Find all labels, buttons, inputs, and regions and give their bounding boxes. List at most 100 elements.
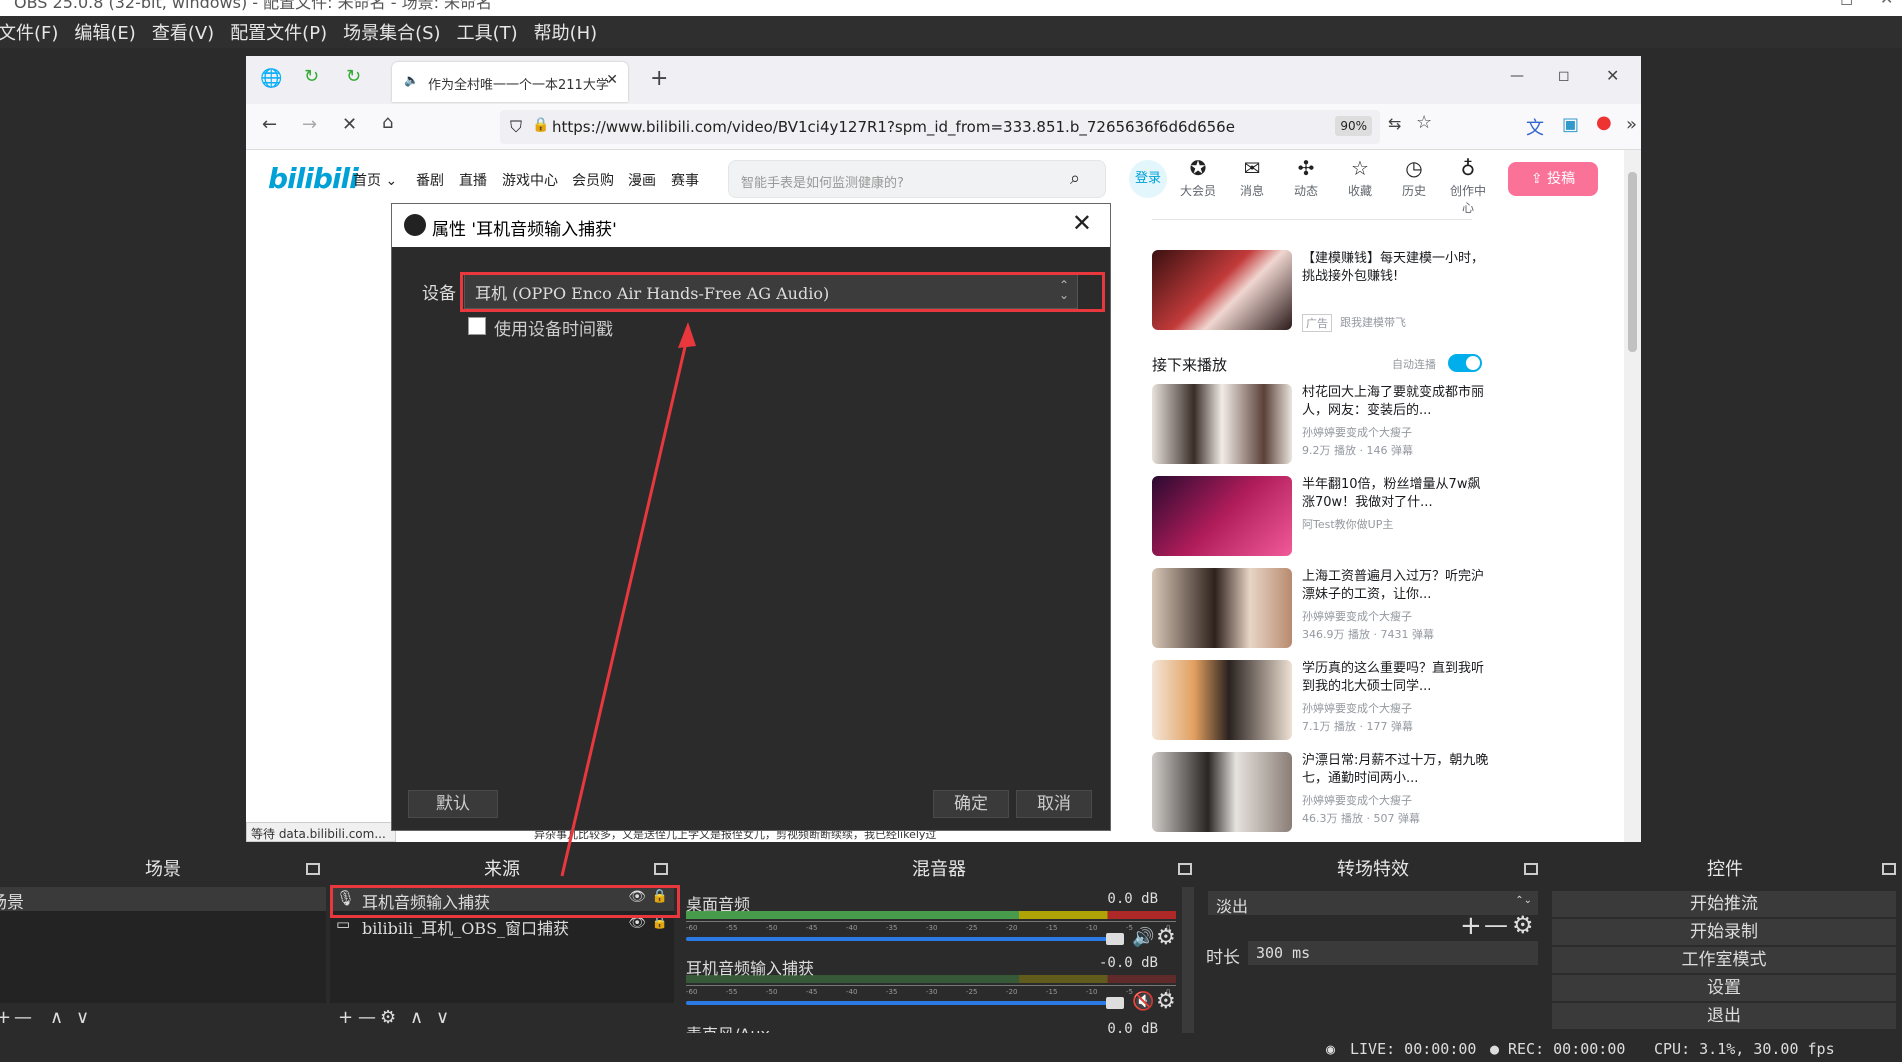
volume-slider-handle[interactable] bbox=[1106, 997, 1124, 1009]
menu-tools[interactable]: 工具(T) bbox=[449, 19, 526, 45]
default-button[interactable]: 默认 bbox=[408, 790, 498, 818]
move-down-icon[interactable]: ∨ bbox=[436, 1007, 449, 1028]
translate-ext-icon[interactable]: 文 bbox=[1526, 114, 1544, 140]
video-title[interactable]: 学历真的这么重要吗？直到我听到我的北大硕士同学... bbox=[1302, 660, 1492, 696]
more-icon[interactable]: » bbox=[1626, 114, 1637, 135]
float-icon[interactable] bbox=[1524, 863, 1538, 875]
ext-red-icon[interactable]: ● bbox=[1596, 112, 1612, 133]
home-icon[interactable]: ⌂ bbox=[382, 112, 393, 133]
move-up-icon[interactable]: ∧ bbox=[410, 1007, 423, 1028]
nav-esports[interactable]: 赛事 bbox=[671, 170, 699, 190]
nav-live[interactable]: 直播 bbox=[459, 170, 487, 190]
url-bar[interactable]: ⛉ 🔒 https://www.bilibili.com/video/BV1ci… bbox=[500, 110, 1380, 144]
use-timestamp-checkbox[interactable] bbox=[468, 317, 486, 335]
exit-button[interactable]: 退出 bbox=[1552, 1003, 1896, 1029]
studio-mode-button[interactable]: 工作室模式 bbox=[1552, 947, 1896, 973]
add-icon[interactable]: + bbox=[0, 1007, 11, 1028]
search-input[interactable]: 智能手表是如何监测健康的? bbox=[728, 160, 1106, 198]
tv-icon[interactable]: ▣ bbox=[1562, 114, 1579, 135]
header-history[interactable]: ◷ 历史 bbox=[1392, 156, 1436, 199]
restore-icon[interactable]: ◻ bbox=[1558, 68, 1570, 84]
menu-profile[interactable]: 配置文件(P) bbox=[222, 19, 335, 45]
use-timestamp-label[interactable]: 使用设备时间戳 bbox=[494, 315, 613, 340]
ad-title[interactable]: 【建模赚钱】每天建模一小时，挑战接外包赚钱! bbox=[1302, 250, 1492, 286]
add-icon[interactable]: + bbox=[338, 1007, 353, 1028]
bilibili-logo[interactable]: bilibili bbox=[268, 162, 359, 195]
close-icon[interactable]: ✕ bbox=[1072, 209, 1092, 237]
start-streaming-button[interactable]: 开始推流 bbox=[1552, 891, 1896, 917]
video-item[interactable]: 半年翻10倍，粉丝增量从7w飙涨70w！我做对了什... 阿Test教你做UP主 bbox=[1152, 476, 1492, 562]
browser-tab[interactable]: 🔈 作为全村唯一一个一本211大学 ✕ bbox=[392, 62, 628, 102]
header-creator[interactable]: ♁ 创作中心 bbox=[1446, 156, 1490, 216]
scene-item[interactable]: 场景 bbox=[0, 887, 326, 913]
video-thumbnail[interactable] bbox=[1152, 384, 1292, 464]
extension-icon[interactable]: ↻ bbox=[346, 66, 361, 87]
start-recording-button[interactable]: 开始录制 bbox=[1552, 919, 1896, 945]
zoom-level[interactable]: 90% bbox=[1335, 116, 1372, 136]
volume-slider-handle[interactable] bbox=[1106, 933, 1124, 945]
remove-icon[interactable]: — bbox=[14, 1007, 32, 1028]
volume-slider[interactable] bbox=[686, 1001, 1114, 1005]
menu-scene-collection[interactable]: 场景集合(S) bbox=[335, 19, 448, 45]
gear-icon[interactable]: ⚙ bbox=[1512, 911, 1534, 939]
video-author[interactable]: 孙婷婷要变成个大瘦子 bbox=[1302, 700, 1412, 716]
extension-icon[interactable]: ↻ bbox=[304, 66, 319, 87]
remove-icon[interactable]: — bbox=[358, 1007, 376, 1028]
video-item[interactable]: 学历真的这么重要吗？直到我听到我的北大硕士同学... 孙婷婷要变成个大瘦子 7.… bbox=[1152, 660, 1492, 746]
forward-icon[interactable]: → bbox=[302, 114, 317, 135]
video-thumbnail[interactable] bbox=[1152, 568, 1292, 648]
video-author[interactable]: 孙婷婷要变成个大瘦子 bbox=[1302, 608, 1412, 624]
minimize-icon[interactable]: — bbox=[1510, 68, 1524, 84]
mute-icon[interactable]: 🔇 bbox=[1132, 991, 1154, 1012]
video-item[interactable]: 村花回大上海了要就变成都市丽人，网友：变装后的... 孙婷婷要变成个大瘦子 9.… bbox=[1152, 384, 1492, 470]
scrollbar-thumb[interactable] bbox=[1628, 172, 1637, 352]
video-thumbnail[interactable] bbox=[1152, 660, 1292, 740]
video-title[interactable]: 上海工资普遍月入过万？听完沪漂妹子的工资，让你... bbox=[1302, 568, 1492, 604]
star-icon[interactable]: ☆ bbox=[1416, 112, 1432, 133]
close-icon[interactable]: ✕ bbox=[1606, 66, 1619, 85]
float-icon[interactable] bbox=[654, 863, 668, 875]
video-thumbnail[interactable] bbox=[1152, 476, 1292, 556]
scenes-list[interactable]: 场景 bbox=[0, 887, 326, 1003]
page-scrollbar[interactable] bbox=[1624, 150, 1641, 842]
gear-icon[interactable]: ⚙ bbox=[1156, 925, 1176, 950]
ok-button[interactable]: 确定 bbox=[933, 790, 1009, 818]
video-title[interactable]: 沪漂日常:月薪不过十万，朝九晚七，通勤时间两小... bbox=[1302, 752, 1492, 788]
nav-bangumi[interactable]: 番剧 bbox=[416, 170, 444, 190]
video-title[interactable]: 村花回大上海了要就变成都市丽人，网友：变装后的... bbox=[1302, 384, 1492, 420]
gear-icon[interactable]: ⚙ bbox=[380, 1007, 396, 1028]
new-tab-icon[interactable]: + bbox=[650, 66, 668, 91]
video-author[interactable]: 孙婷婷要变成个大瘦子 bbox=[1302, 792, 1412, 808]
search-icon[interactable]: ⌕ bbox=[1070, 168, 1080, 189]
move-up-icon[interactable]: ∧ bbox=[50, 1007, 63, 1028]
float-icon[interactable] bbox=[306, 863, 320, 875]
gear-icon[interactable]: ⚙ bbox=[1156, 989, 1176, 1014]
minimize-button[interactable]: — bbox=[1790, 0, 1806, 7]
close-button[interactable]: ✕ bbox=[1880, 0, 1893, 7]
upload-button[interactable]: ⇪ 投稿 bbox=[1508, 162, 1598, 196]
header-vip[interactable]: ✪ 大会员 bbox=[1176, 156, 1220, 199]
menu-edit[interactable]: 编辑(E) bbox=[66, 19, 143, 45]
menu-view[interactable]: 查看(V) bbox=[144, 19, 222, 45]
video-author[interactable]: 孙婷婷要变成个大瘦子 bbox=[1302, 424, 1412, 440]
close-icon[interactable]: ✕ bbox=[606, 72, 618, 88]
back-icon[interactable]: ← bbox=[262, 114, 277, 135]
volume-slider[interactable] bbox=[686, 937, 1114, 941]
autoplay-toggle[interactable] bbox=[1448, 354, 1482, 372]
stop-icon[interactable]: ✕ bbox=[342, 114, 357, 135]
ad-card[interactable]: 【建模赚钱】每天建模一小时，挑战接外包赚钱! 广告 跟我建模带飞 bbox=[1152, 250, 1492, 340]
float-icon[interactable] bbox=[1178, 863, 1192, 875]
video-item[interactable]: 上海工资普遍月入过万？听完沪漂妹子的工资，让你... 孙婷婷要变成个大瘦子 34… bbox=[1152, 568, 1492, 654]
header-favorites[interactable]: ☆ 收藏 bbox=[1338, 156, 1382, 199]
mixer-scrollbar[interactable] bbox=[1182, 887, 1194, 1033]
duration-input[interactable]: 300 ms bbox=[1248, 941, 1538, 965]
nav-game-center[interactable]: 游戏中心 bbox=[502, 170, 558, 190]
nav-shop[interactable]: 会员购 bbox=[572, 170, 614, 190]
add-icon[interactable]: + bbox=[1460, 911, 1482, 941]
header-messages[interactable]: ✉ 消息 bbox=[1230, 156, 1274, 199]
move-down-icon[interactable]: ∨ bbox=[76, 1007, 89, 1028]
menu-file[interactable]: 文件(F) bbox=[0, 19, 66, 45]
remove-icon[interactable]: — bbox=[1484, 911, 1508, 939]
float-icon[interactable] bbox=[1882, 863, 1896, 875]
header-dynamic[interactable]: ✣ 动态 bbox=[1284, 156, 1328, 199]
